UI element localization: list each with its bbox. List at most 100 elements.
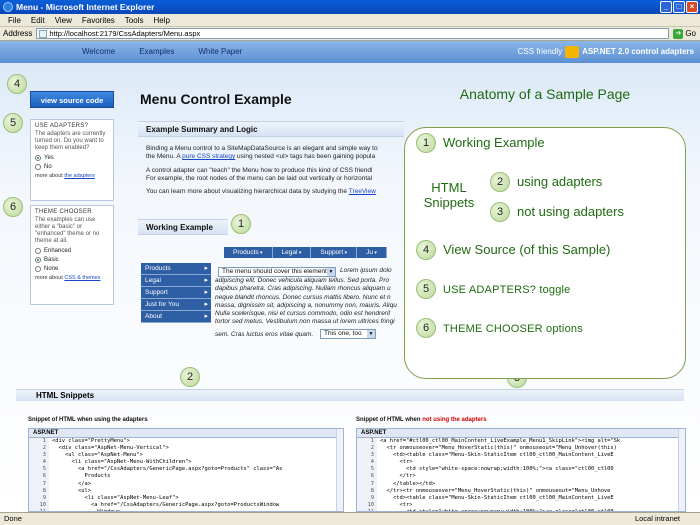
nav-welcome[interactable]: Welcome [82, 41, 115, 63]
callout-badge-6: 6 [416, 318, 436, 338]
vmenu-support[interactable]: Support [141, 287, 211, 299]
callout-badge-4: 4 [416, 240, 436, 260]
minimize-button[interactable]: _ [660, 1, 672, 13]
close-button[interactable]: × [686, 1, 698, 13]
pure-css-link[interactable]: pure CSS strategy [182, 153, 235, 160]
maximize-button[interactable]: □ [673, 1, 685, 13]
more-prefix: more about [35, 173, 65, 179]
callout-item-4: View Source (of this Sample) [443, 242, 611, 257]
right-code-pane[interactable]: ASP.NET 123456789101112131415 <a href="#… [356, 428, 686, 512]
cover-select-1[interactable]: The menu should cover this element ▼ [218, 267, 336, 277]
radio-label: Enhanced [44, 248, 72, 254]
menu-file[interactable]: File [8, 14, 21, 26]
code-line: <tr onmouseover="Menu_HoverStatic(this)"… [380, 445, 617, 452]
radio-theme-enhanced[interactable]: Enhanced [35, 248, 109, 254]
scrollbar[interactable] [678, 429, 685, 511]
summary-heading: Example Summary and Logic [138, 121, 404, 137]
scrollbar[interactable] [336, 429, 343, 511]
aspnet-logo-icon [565, 46, 580, 58]
go-arrow-icon: ➔ [673, 28, 684, 39]
address-url: http://localhost:2179/CssAdapters/Menu.a… [49, 29, 201, 38]
radio-label: Basic [44, 257, 59, 263]
callout-item-2: using adapters [517, 174, 603, 189]
treeview-link[interactable]: TreeView [349, 188, 376, 195]
working-example-heading: Working Example [138, 219, 228, 235]
code-line: <td><table class="Menu-Skin-StaticItem c… [380, 494, 614, 501]
menu-view[interactable]: View [55, 14, 72, 26]
code-line: <td><table class="Menu-Skin-StaticItem c… [380, 452, 614, 459]
badge-2: 2 [180, 367, 200, 387]
radio-selected-icon [35, 155, 41, 161]
callout-item-6: THEME CHOOSER options [443, 323, 583, 335]
horizontal-menu: Products Legal Support Ju [224, 247, 387, 258]
code-line: </tr> [380, 473, 416, 480]
summary-paragraph-2: A control adapter can "teach" the Menu h… [146, 167, 373, 183]
window-title: Menu - Microsoft Internet Explorer [16, 2, 155, 12]
badge-1: 1 [231, 214, 251, 234]
radio-adapters-yes[interactable]: Yes [35, 155, 109, 161]
menu-tools[interactable]: Tools [125, 14, 144, 26]
para1-text-b: the Menu. A [146, 153, 183, 161]
vmenu-legal[interactable]: Legal [141, 275, 211, 287]
radio-adapters-no[interactable]: No [35, 164, 109, 170]
left-code-pane[interactable]: ASP.NET 123456789101112131415 <div class… [28, 428, 344, 512]
cover-select-2[interactable]: This one, too ▼ [320, 329, 376, 339]
security-zone: Local intranet [634, 514, 680, 523]
hmenu-products[interactable]: Products [224, 247, 273, 258]
chevron-down-icon: ▼ [367, 330, 375, 338]
menu-favorites[interactable]: Favorites [82, 14, 115, 26]
chevron-down-icon: ▼ [327, 268, 335, 276]
callout-item-3: not using adapters [517, 204, 624, 219]
line-gutter: 123456789101112131415 [357, 438, 377, 511]
hmenu-legal[interactable]: Legal [272, 247, 312, 258]
view-source-button[interactable]: view source code [30, 91, 114, 108]
theme-chooser-desc: The examples can use either a "basic" or… [35, 217, 100, 244]
right-snippet-caption: Snippet of HTML when not using the adapt… [356, 417, 487, 423]
code-lines: <a href="#ctl00_ctl00_MainContent_LiveEx… [380, 438, 620, 511]
use-adapters-box: USE ADAPTERS? The adapters are currently… [30, 119, 114, 201]
nav-examples[interactable]: Examples [139, 41, 174, 63]
address-input[interactable]: http://localhost:2179/CssAdapters/Menu.a… [36, 28, 670, 39]
hmenu-just-for-you[interactable]: Ju [357, 247, 387, 258]
adapters-link[interactable]: the adapters [64, 173, 95, 179]
lorem-last: sem. Cras luctus eros vitae quam. [215, 331, 314, 338]
code-line: </table></td> [380, 480, 436, 487]
radio-label: No [44, 164, 52, 170]
hmenu-support[interactable]: Support [311, 247, 358, 258]
window-titlebar: Menu - Microsoft Internet Explorer _ □ × [0, 0, 700, 14]
badge-4: 4 [7, 74, 27, 94]
vmenu-about[interactable]: About [141, 311, 211, 323]
select2-value: This one, too [324, 330, 362, 337]
vmenu-products[interactable]: Products [141, 263, 211, 275]
nav-white-paper[interactable]: White Paper [198, 41, 242, 63]
status-bar: Done Local intranet [0, 512, 700, 525]
radio-theme-none[interactable]: None [35, 266, 109, 272]
site-nav: Welcome Examples White Paper [82, 41, 242, 63]
status-text: Done [4, 514, 22, 523]
brand-bold: ASP.NET 2.0 control adapters [582, 47, 694, 56]
line-gutter: 123456789101112131415 [29, 438, 49, 511]
para1-text-a: Binding a Menu control to a SiteMapDataS… [146, 145, 378, 152]
code-line: <ul> [52, 487, 91, 494]
caption-prefix: Snippet of HTML when [356, 417, 423, 423]
theme-chooser-heading: THEME CHOOSER [35, 209, 92, 215]
lorem-first: Lorem ipsum dolo [340, 267, 392, 274]
summary-paragraph-3: You can learn more about visualizing hie… [146, 188, 402, 196]
radio-label: Yes [44, 155, 54, 161]
address-label: Address [3, 29, 33, 38]
menu-help[interactable]: Help [153, 14, 169, 26]
use-adapters-desc: The adapters are currently turned on. Do… [35, 131, 106, 151]
code-line: <td style="white-space:nowrap;width:100%… [380, 466, 614, 473]
go-button[interactable]: ➔ Go [673, 28, 700, 39]
more-about-themes: more about CSS & themes [35, 275, 109, 281]
lorem-line: neque blandit rhoncus. Donec cursus matt… [215, 293, 391, 301]
radio-theme-basic[interactable]: Basic [35, 257, 109, 263]
code-line: <a href="/CssAdapters/GenericPage.aspx?g… [52, 501, 280, 508]
callout-badge-3: 3 [490, 202, 510, 222]
vmenu-just-for-you[interactable]: Just for You [141, 299, 211, 311]
lorem-line: Nulla scelerisque, nisi et cursus commod… [215, 310, 391, 318]
themes-link[interactable]: CSS & themes [64, 275, 100, 281]
radio-empty-icon [35, 248, 41, 254]
radio-selected-icon [35, 257, 41, 263]
menu-edit[interactable]: Edit [31, 14, 45, 26]
